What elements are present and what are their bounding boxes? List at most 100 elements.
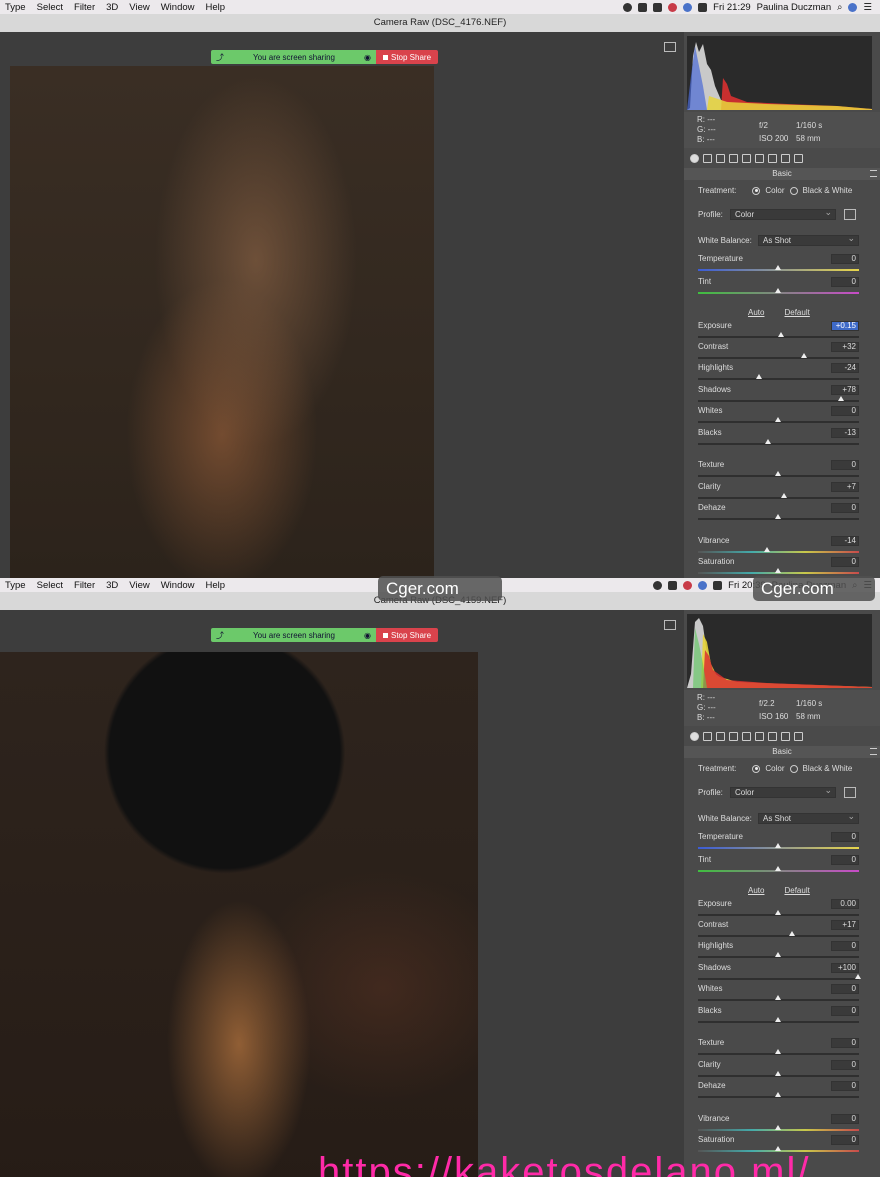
exposure-thumb[interactable] [775,910,781,915]
panel-menu-icon[interactable] [870,748,877,755]
contrast-value[interactable]: +17 [831,920,859,930]
cloud-icon[interactable] [668,580,678,590]
saturation-value[interactable]: 0 [831,557,859,567]
tint-slider[interactable]: Tint 0 [698,277,859,298]
menu-type[interactable]: Type [0,2,32,13]
highlights-slider[interactable]: Highlights 0 [698,941,859,962]
temperature-value[interactable]: 0 [831,254,859,264]
tone-curve-tab-icon[interactable] [703,153,712,163]
default-link[interactable]: Default [784,308,809,317]
calibration-tab-icon[interactable] [781,731,790,741]
menu-help[interactable]: Help [201,580,232,591]
blacks-thumb[interactable] [765,439,771,444]
blacks-slider[interactable]: Blacks 0 [698,1006,859,1027]
user-name[interactable]: Paulina Duczman [757,2,831,13]
search-icon[interactable]: ⌕ [837,2,842,13]
stop-share-button[interactable]: Stop Share [376,628,438,642]
shadows-slider[interactable]: Shadows +100 [698,963,861,984]
blacks-value[interactable]: -13 [831,428,859,438]
vibrance-value[interactable]: 0 [831,1114,859,1124]
effects-tab-icon[interactable] [768,731,777,741]
stop-share-button[interactable]: Stop Share [376,50,438,64]
split-toning-tab-icon[interactable] [742,153,751,163]
clarity-slider[interactable]: Clarity +7 [698,482,859,503]
profile-dropdown[interactable]: Color [730,786,836,798]
record-icon[interactable] [623,2,633,12]
color-radio[interactable] [752,186,761,195]
wb-dropdown[interactable]: As Shot [758,234,859,246]
panel-menu-icon[interactable] [870,170,877,177]
basic-tab-icon[interactable] [690,731,699,741]
temperature-thumb[interactable] [775,265,781,270]
contrast-value[interactable]: +32 [831,342,859,352]
saturation-value[interactable]: 0 [831,1135,859,1145]
menu-select[interactable]: Select [32,580,69,591]
lens-tab-icon[interactable] [755,153,764,163]
bw-radio[interactable] [789,764,798,773]
profile-browser-icon[interactable] [844,787,856,798]
clarity-value[interactable]: 0 [831,1060,859,1070]
menu-select[interactable]: Select [32,2,69,13]
wb-dropdown[interactable]: As Shot [758,812,859,824]
whites-thumb[interactable] [775,995,781,1000]
list-icon[interactable]: ☰ [863,2,872,13]
presets-tab-icon[interactable] [794,153,803,163]
auto-link[interactable]: Auto [748,308,764,317]
tint-thumb[interactable] [775,288,781,293]
menu-window[interactable]: Window [156,580,201,591]
shield-icon[interactable] [683,580,693,590]
menu-3d[interactable]: 3D [101,580,124,591]
tint-slider[interactable]: Tint 0 [698,855,859,876]
exposure-value[interactable]: 0.00 [831,899,859,909]
clarity-slider[interactable]: Clarity 0 [698,1060,859,1081]
menu-view[interactable]: View [124,2,155,13]
dehaze-slider[interactable]: Dehaze 0 [698,1081,859,1102]
texture-thumb[interactable] [775,1049,781,1054]
hsl-tab-icon[interactable] [729,731,738,741]
temperature-slider[interactable]: Temperature 0 [698,254,859,275]
menu-filter[interactable]: Filter [69,2,101,13]
fullscreen-toggle-icon[interactable] [664,42,676,52]
tone-curve-tab-icon[interactable] [703,731,712,741]
bw-radio[interactable] [789,186,798,195]
vibrance-thumb[interactable] [775,1125,781,1130]
fullscreen-toggle-icon[interactable] [664,620,676,630]
profile-dropdown[interactable]: Color [730,208,836,220]
basic-tab-icon[interactable] [690,153,699,163]
shadows-value[interactable]: +78 [831,385,859,395]
profile-browser-icon[interactable] [844,209,856,220]
wifi-icon[interactable] [698,580,708,590]
contrast-thumb[interactable] [801,353,807,358]
blacks-value[interactable]: 0 [831,1006,859,1016]
texture-thumb[interactable] [775,471,781,476]
shadows-slider[interactable]: Shadows +78 [698,385,859,406]
texture-slider[interactable]: Texture 0 [698,1038,859,1059]
saturation-thumb[interactable] [775,568,781,573]
color-radio[interactable] [752,764,761,773]
siri-icon[interactable] [848,2,858,12]
wifi-icon[interactable] [683,2,693,12]
detail-tab-icon[interactable] [716,153,725,163]
record-icon[interactable] [653,580,663,590]
default-link[interactable]: Default [784,886,809,895]
highlights-value[interactable]: -24 [831,363,859,373]
exposure-thumb[interactable] [778,332,784,337]
temperature-value[interactable]: 0 [831,832,859,842]
tint-value[interactable]: 0 [831,855,859,865]
dehaze-thumb[interactable] [775,1092,781,1097]
contrast-thumb[interactable] [789,931,795,936]
blacks-slider[interactable]: Blacks -13 [698,428,859,449]
highlights-thumb[interactable] [775,952,781,957]
contrast-slider[interactable]: Contrast +17 [698,920,859,941]
texture-value[interactable]: 0 [831,460,859,470]
lens-tab-icon[interactable] [755,731,764,741]
shield-icon[interactable] [668,2,678,12]
clarity-value[interactable]: +7 [831,482,859,492]
dehaze-value[interactable]: 0 [831,1081,859,1091]
temperature-thumb[interactable] [775,843,781,848]
menu-view[interactable]: View [124,580,155,591]
dehaze-value[interactable]: 0 [831,503,859,513]
contrast-slider[interactable]: Contrast +32 [698,342,859,363]
hsl-tab-icon[interactable] [729,153,738,163]
vibrance-thumb[interactable] [764,547,770,552]
